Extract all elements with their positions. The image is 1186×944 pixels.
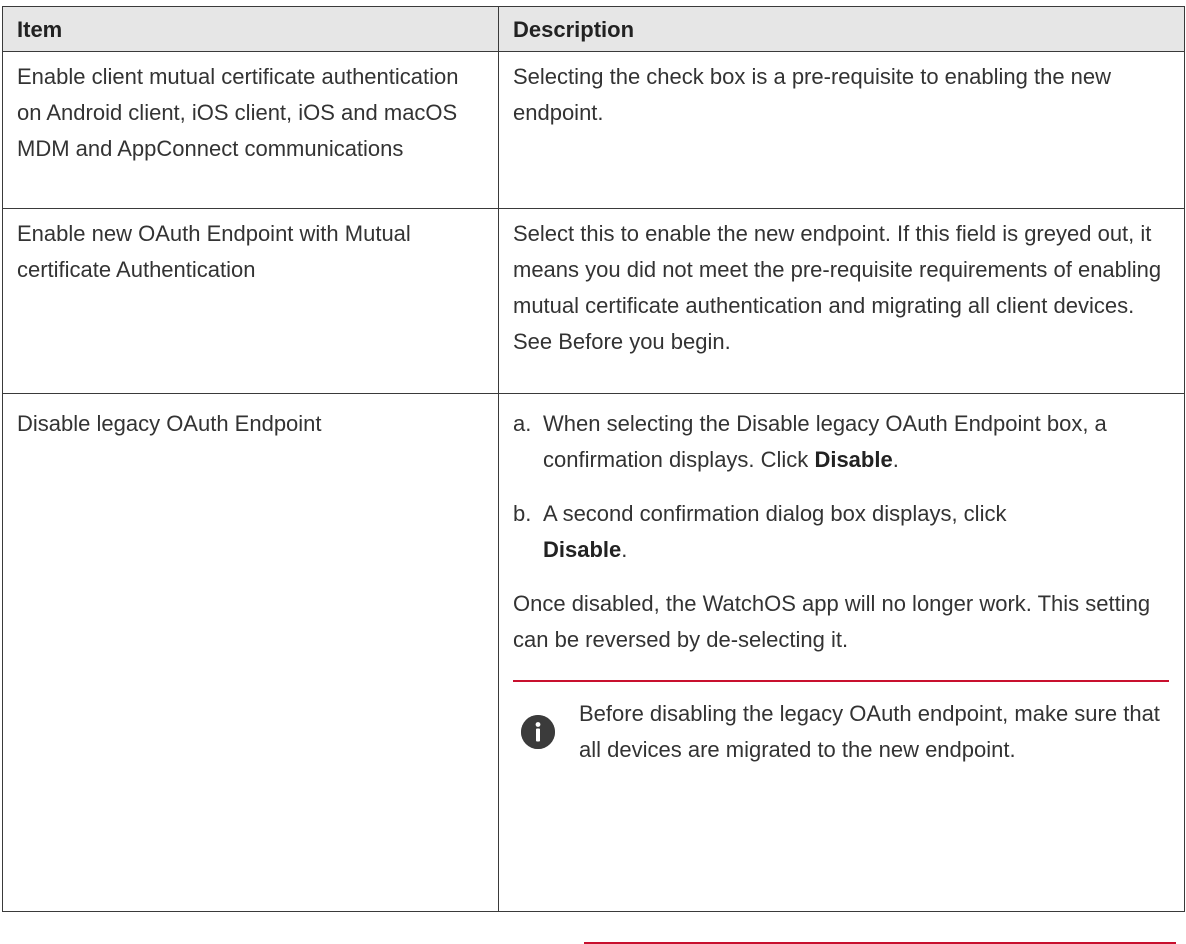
step-bold: Disable xyxy=(814,447,893,472)
step-bold: Disable xyxy=(543,537,622,562)
row-item: Enable new OAuth Endpoint with Mutual ce… xyxy=(2,208,499,394)
step-text: When selecting the Disable legacy OAuth … xyxy=(543,406,1170,478)
row-description: Selecting the check box is a pre-requisi… xyxy=(498,51,1185,209)
settings-table: Item Description Enable client mutual ce… xyxy=(2,6,1185,912)
disabled-paragraph: Once disabled, the WatchOS app will no l… xyxy=(513,591,1151,652)
step-b: b. A second confirmation dialog box disp… xyxy=(513,496,1170,568)
step-letter: a. xyxy=(513,411,532,436)
header-row: Item Description xyxy=(2,6,1185,52)
step-end: . xyxy=(892,447,899,472)
step-text: A second confirmation dialog box display… xyxy=(543,496,1170,568)
header-item: Item xyxy=(2,6,499,52)
step-text-main: A second confirmation dialog box display… xyxy=(543,501,1007,526)
table-row: Enable client mutual certificate authent… xyxy=(2,51,1185,209)
info-icon xyxy=(521,715,555,749)
row-description: a. When selecting the Disable legacy OAu… xyxy=(498,393,1185,912)
table-row: Enable new OAuth Endpoint with Mutual ce… xyxy=(2,208,1185,394)
row-description: Select this to enable the new endpoint. … xyxy=(498,208,1185,394)
step-letter: b. xyxy=(513,501,532,526)
step-end: . xyxy=(621,537,628,562)
note-text: Before disabling the legacy OAuth endpoi… xyxy=(579,701,1160,762)
row-item: Disable legacy OAuth Endpoint xyxy=(2,393,499,912)
step-a: a. When selecting the Disable legacy OAu… xyxy=(513,406,1170,478)
row-item: Enable client mutual certificate authent… xyxy=(2,51,499,209)
info-note: Before disabling the legacy OAuth endpoi… xyxy=(513,680,1169,778)
header-description: Description xyxy=(498,6,1185,52)
table-row: Disable legacy OAuth Endpoint a. When se… xyxy=(2,393,1185,912)
